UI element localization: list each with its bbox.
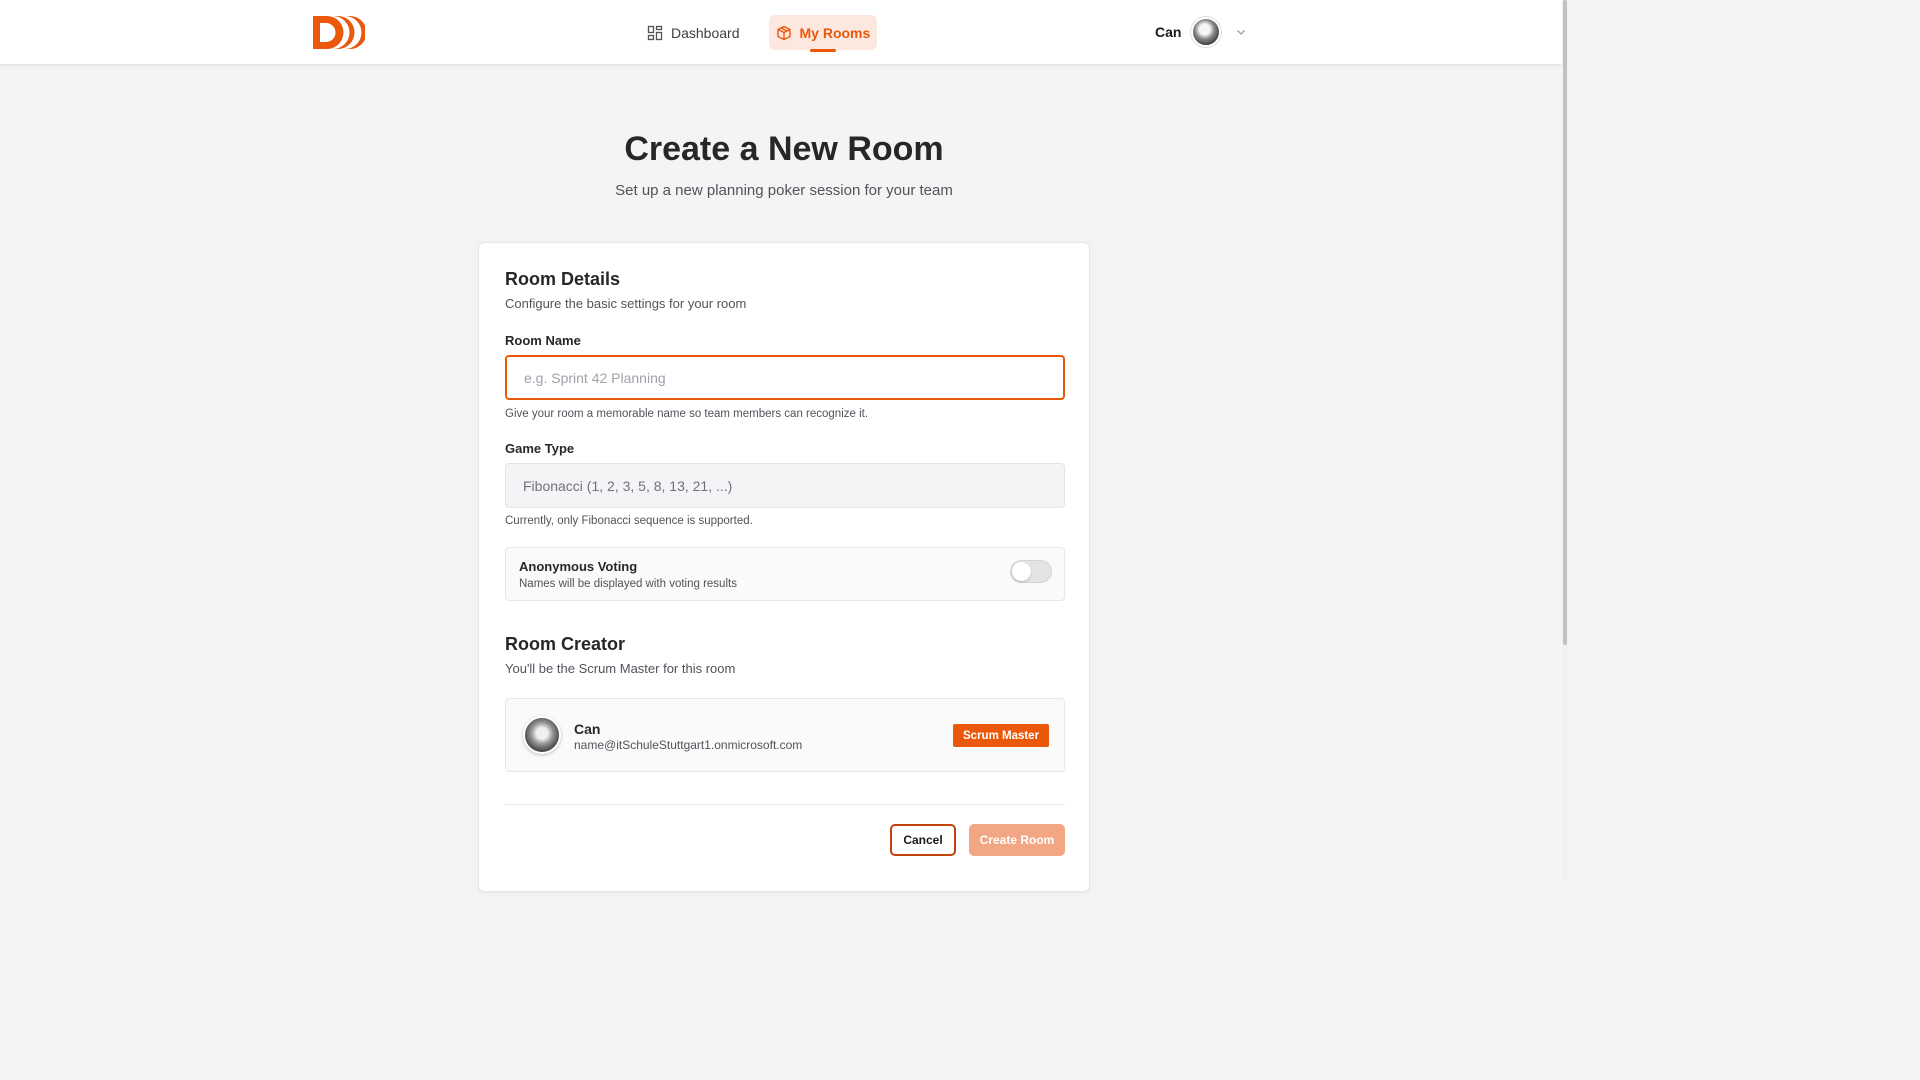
create-room-button[interactable]: Create Room	[969, 824, 1065, 856]
anonymous-voting-toggle[interactable]	[1010, 560, 1052, 583]
create-room-card: Room Details Configure the basic setting…	[478, 242, 1090, 892]
status-badge: Scrum Master	[953, 724, 1050, 747]
nav-item-label: Dashboard	[671, 24, 740, 41]
toggle-knob	[1012, 562, 1031, 581]
creator-name: Can	[574, 721, 601, 737]
app-logo-icon[interactable]	[313, 16, 365, 49]
room-details-title: Room Details	[505, 269, 621, 289]
room-details-description: Configure the basic settings for your ro…	[505, 296, 747, 311]
box-icon	[776, 25, 791, 40]
chevron-down-icon[interactable]	[1235, 26, 1247, 38]
anonymous-voting-description: Names will be displayed with voting resu…	[519, 578, 737, 590]
anonymous-voting-title: Anonymous Voting	[519, 559, 638, 574]
cancel-button[interactable]: Cancel	[890, 824, 956, 856]
user-name: Can	[1155, 24, 1182, 40]
page-subtitle: Set up a new planning poker session for …	[615, 182, 953, 199]
avatar	[523, 716, 561, 754]
avatar[interactable]	[1191, 17, 1222, 47]
game-type-value: Fibonacci (1, 2, 3, 5, 8, 13, 21, ...)	[523, 477, 733, 494]
room-name-hint: Give your room a memorable name so team …	[505, 408, 869, 420]
user-menu[interactable]: Can	[1155, 17, 1247, 47]
anonymous-voting-setting: Anonymous Voting Names will be displayed…	[505, 547, 1065, 601]
page-title: Create a New Room	[624, 130, 944, 168]
room-creator-title: Room Creator	[505, 634, 626, 654]
divider	[505, 804, 1065, 805]
nav-item-label: My Rooms	[799, 24, 871, 41]
top-navigation-bar: Dashboard My Rooms Can	[0, 0, 1562, 65]
room-creator-description: You'll be the Scrum Master for this room	[505, 661, 736, 676]
nav-item-my-rooms[interactable]: My Rooms	[768, 15, 878, 52]
game-type-label: Game Type	[505, 441, 575, 456]
room-name-label: Room Name	[505, 333, 581, 348]
game-type-field: Fibonacci (1, 2, 3, 5, 8, 13, 21, ...)	[505, 463, 1065, 508]
main-nav: Dashboard My Rooms	[640, 15, 878, 52]
nav-item-dashboard[interactable]: Dashboard	[640, 15, 747, 50]
scrollbar-thumb[interactable]	[1563, 0, 1567, 645]
creator-email: name@itSchuleStuttgart1.onmicrosoft.com	[574, 738, 803, 752]
game-type-hint: Currently, only Fibonacci sequence is su…	[505, 515, 753, 527]
room-creator-card: Can name@itSchuleStuttgart1.onmicrosoft.…	[505, 698, 1065, 772]
room-name-input[interactable]	[505, 355, 1065, 400]
grid-icon	[647, 25, 663, 40]
